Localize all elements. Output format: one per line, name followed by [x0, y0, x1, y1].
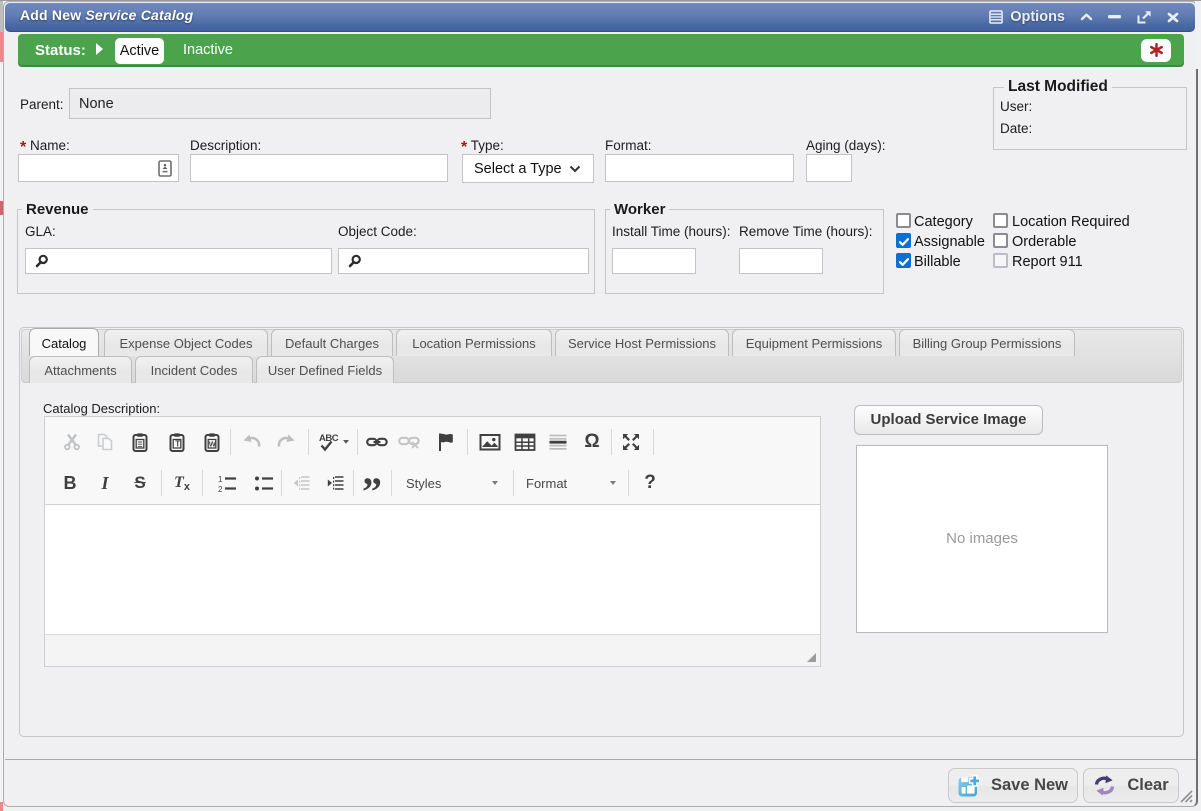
svg-text:W: W [209, 439, 217, 448]
svg-text:1: 1 [218, 475, 223, 484]
svg-text:ABC: ABC [319, 433, 339, 444]
svg-text:2: 2 [218, 485, 223, 493]
svg-text:T: T [175, 439, 180, 448]
